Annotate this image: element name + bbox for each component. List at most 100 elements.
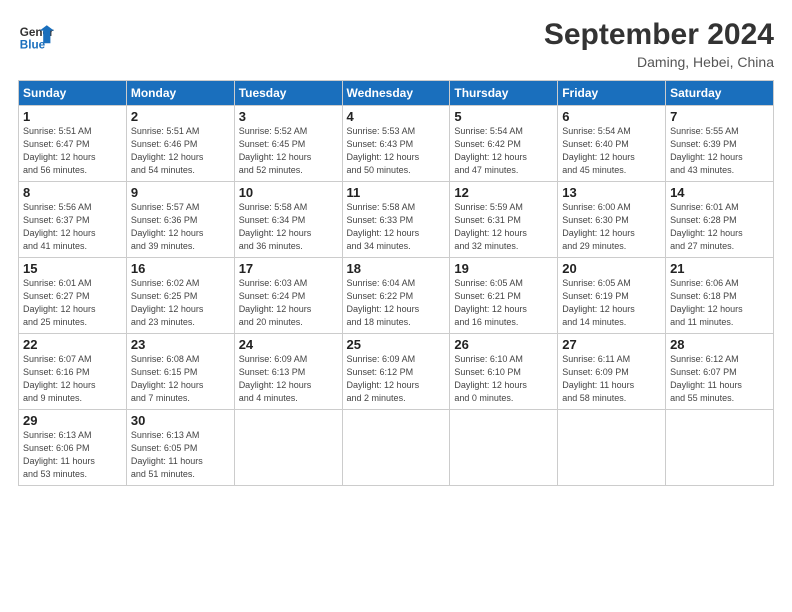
calendar-cell: 22Sunrise: 6:07 AM Sunset: 6:16 PM Dayli… — [19, 334, 127, 410]
week-row-3: 15Sunrise: 6:01 AM Sunset: 6:27 PM Dayli… — [19, 258, 774, 334]
calendar-cell: 23Sunrise: 6:08 AM Sunset: 6:15 PM Dayli… — [126, 334, 234, 410]
day-info: Sunrise: 6:10 AM Sunset: 6:10 PM Dayligh… — [454, 353, 553, 405]
day-info: Sunrise: 6:08 AM Sunset: 6:15 PM Dayligh… — [131, 353, 230, 405]
month-title: September 2024 — [544, 18, 774, 52]
day-info: Sunrise: 5:55 AM Sunset: 6:39 PM Dayligh… — [670, 125, 769, 177]
day-number: 20 — [562, 261, 661, 276]
week-row-2: 8Sunrise: 5:56 AM Sunset: 6:37 PM Daylig… — [19, 182, 774, 258]
day-info: Sunrise: 5:56 AM Sunset: 6:37 PM Dayligh… — [23, 201, 122, 253]
calendar-cell: 6Sunrise: 5:54 AM Sunset: 6:40 PM Daylig… — [558, 106, 666, 182]
calendar-cell: 10Sunrise: 5:58 AM Sunset: 6:34 PM Dayli… — [234, 182, 342, 258]
day-number: 9 — [131, 185, 230, 200]
calendar-cell: 2Sunrise: 5:51 AM Sunset: 6:46 PM Daylig… — [126, 106, 234, 182]
calendar-cell: 26Sunrise: 6:10 AM Sunset: 6:10 PM Dayli… — [450, 334, 558, 410]
calendar-cell: 18Sunrise: 6:04 AM Sunset: 6:22 PM Dayli… — [342, 258, 450, 334]
day-info: Sunrise: 6:03 AM Sunset: 6:24 PM Dayligh… — [239, 277, 338, 329]
calendar-cell: 1Sunrise: 5:51 AM Sunset: 6:47 PM Daylig… — [19, 106, 127, 182]
calendar-cell: 24Sunrise: 6:09 AM Sunset: 6:13 PM Dayli… — [234, 334, 342, 410]
svg-text:Blue: Blue — [20, 39, 46, 52]
calendar-cell — [558, 410, 666, 486]
day-info: Sunrise: 5:59 AM Sunset: 6:31 PM Dayligh… — [454, 201, 553, 253]
day-info: Sunrise: 6:09 AM Sunset: 6:12 PM Dayligh… — [347, 353, 446, 405]
day-number: 24 — [239, 337, 338, 352]
col-header-sunday: Sunday — [19, 81, 127, 106]
day-info: Sunrise: 6:07 AM Sunset: 6:16 PM Dayligh… — [23, 353, 122, 405]
day-number: 8 — [23, 185, 122, 200]
logo-icon: General Blue — [18, 18, 54, 54]
day-number: 21 — [670, 261, 769, 276]
day-info: Sunrise: 6:01 AM Sunset: 6:28 PM Dayligh… — [670, 201, 769, 253]
day-number: 12 — [454, 185, 553, 200]
day-info: Sunrise: 6:09 AM Sunset: 6:13 PM Dayligh… — [239, 353, 338, 405]
day-info: Sunrise: 6:04 AM Sunset: 6:22 PM Dayligh… — [347, 277, 446, 329]
calendar-cell: 19Sunrise: 6:05 AM Sunset: 6:21 PM Dayli… — [450, 258, 558, 334]
day-info: Sunrise: 5:53 AM Sunset: 6:43 PM Dayligh… — [347, 125, 446, 177]
location: Daming, Hebei, China — [544, 54, 774, 70]
calendar-cell: 28Sunrise: 6:12 AM Sunset: 6:07 PM Dayli… — [666, 334, 774, 410]
calendar-cell: 25Sunrise: 6:09 AM Sunset: 6:12 PM Dayli… — [342, 334, 450, 410]
day-number: 23 — [131, 337, 230, 352]
day-number: 30 — [131, 413, 230, 428]
calendar-cell — [666, 410, 774, 486]
day-info: Sunrise: 6:05 AM Sunset: 6:19 PM Dayligh… — [562, 277, 661, 329]
day-number: 29 — [23, 413, 122, 428]
day-info: Sunrise: 6:13 AM Sunset: 6:06 PM Dayligh… — [23, 429, 122, 481]
calendar-cell: 12Sunrise: 5:59 AM Sunset: 6:31 PM Dayli… — [450, 182, 558, 258]
calendar-cell: 20Sunrise: 6:05 AM Sunset: 6:19 PM Dayli… — [558, 258, 666, 334]
week-row-5: 29Sunrise: 6:13 AM Sunset: 6:06 PM Dayli… — [19, 410, 774, 486]
calendar-cell: 5Sunrise: 5:54 AM Sunset: 6:42 PM Daylig… — [450, 106, 558, 182]
calendar-cell — [342, 410, 450, 486]
calendar-cell: 14Sunrise: 6:01 AM Sunset: 6:28 PM Dayli… — [666, 182, 774, 258]
day-info: Sunrise: 6:05 AM Sunset: 6:21 PM Dayligh… — [454, 277, 553, 329]
calendar-cell: 11Sunrise: 5:58 AM Sunset: 6:33 PM Dayli… — [342, 182, 450, 258]
col-header-thursday: Thursday — [450, 81, 558, 106]
day-number: 14 — [670, 185, 769, 200]
logo: General Blue — [18, 18, 54, 54]
day-number: 5 — [454, 109, 553, 124]
calendar-cell: 9Sunrise: 5:57 AM Sunset: 6:36 PM Daylig… — [126, 182, 234, 258]
day-number: 3 — [239, 109, 338, 124]
day-info: Sunrise: 5:52 AM Sunset: 6:45 PM Dayligh… — [239, 125, 338, 177]
calendar-cell: 16Sunrise: 6:02 AM Sunset: 6:25 PM Dayli… — [126, 258, 234, 334]
calendar-cell: 4Sunrise: 5:53 AM Sunset: 6:43 PM Daylig… — [342, 106, 450, 182]
day-info: Sunrise: 5:57 AM Sunset: 6:36 PM Dayligh… — [131, 201, 230, 253]
calendar-cell: 13Sunrise: 6:00 AM Sunset: 6:30 PM Dayli… — [558, 182, 666, 258]
day-number: 7 — [670, 109, 769, 124]
calendar-cell: 21Sunrise: 6:06 AM Sunset: 6:18 PM Dayli… — [666, 258, 774, 334]
calendar-cell: 27Sunrise: 6:11 AM Sunset: 6:09 PM Dayli… — [558, 334, 666, 410]
calendar-table: SundayMondayTuesdayWednesdayThursdayFrid… — [18, 80, 774, 486]
col-header-friday: Friday — [558, 81, 666, 106]
calendar-body: 1Sunrise: 5:51 AM Sunset: 6:47 PM Daylig… — [19, 106, 774, 486]
title-block: September 2024 Daming, Hebei, China — [544, 18, 774, 70]
calendar-cell: 3Sunrise: 5:52 AM Sunset: 6:45 PM Daylig… — [234, 106, 342, 182]
calendar-cell — [450, 410, 558, 486]
calendar-cell — [234, 410, 342, 486]
col-header-tuesday: Tuesday — [234, 81, 342, 106]
day-info: Sunrise: 6:02 AM Sunset: 6:25 PM Dayligh… — [131, 277, 230, 329]
day-number: 27 — [562, 337, 661, 352]
day-info: Sunrise: 6:12 AM Sunset: 6:07 PM Dayligh… — [670, 353, 769, 405]
day-number: 26 — [454, 337, 553, 352]
day-number: 17 — [239, 261, 338, 276]
day-number: 1 — [23, 109, 122, 124]
day-number: 16 — [131, 261, 230, 276]
week-row-4: 22Sunrise: 6:07 AM Sunset: 6:16 PM Dayli… — [19, 334, 774, 410]
day-info: Sunrise: 5:54 AM Sunset: 6:42 PM Dayligh… — [454, 125, 553, 177]
day-number: 19 — [454, 261, 553, 276]
day-info: Sunrise: 6:06 AM Sunset: 6:18 PM Dayligh… — [670, 277, 769, 329]
day-info: Sunrise: 5:58 AM Sunset: 6:34 PM Dayligh… — [239, 201, 338, 253]
day-number: 25 — [347, 337, 446, 352]
calendar-cell: 7Sunrise: 5:55 AM Sunset: 6:39 PM Daylig… — [666, 106, 774, 182]
day-number: 22 — [23, 337, 122, 352]
calendar-cell: 29Sunrise: 6:13 AM Sunset: 6:06 PM Dayli… — [19, 410, 127, 486]
week-row-1: 1Sunrise: 5:51 AM Sunset: 6:47 PM Daylig… — [19, 106, 774, 182]
day-number: 6 — [562, 109, 661, 124]
calendar-cell: 15Sunrise: 6:01 AM Sunset: 6:27 PM Dayli… — [19, 258, 127, 334]
day-info: Sunrise: 5:54 AM Sunset: 6:40 PM Dayligh… — [562, 125, 661, 177]
day-number: 18 — [347, 261, 446, 276]
header: General Blue September 2024 Daming, Hebe… — [18, 18, 774, 70]
day-number: 28 — [670, 337, 769, 352]
calendar-header-row: SundayMondayTuesdayWednesdayThursdayFrid… — [19, 81, 774, 106]
day-info: Sunrise: 6:00 AM Sunset: 6:30 PM Dayligh… — [562, 201, 661, 253]
day-number: 4 — [347, 109, 446, 124]
